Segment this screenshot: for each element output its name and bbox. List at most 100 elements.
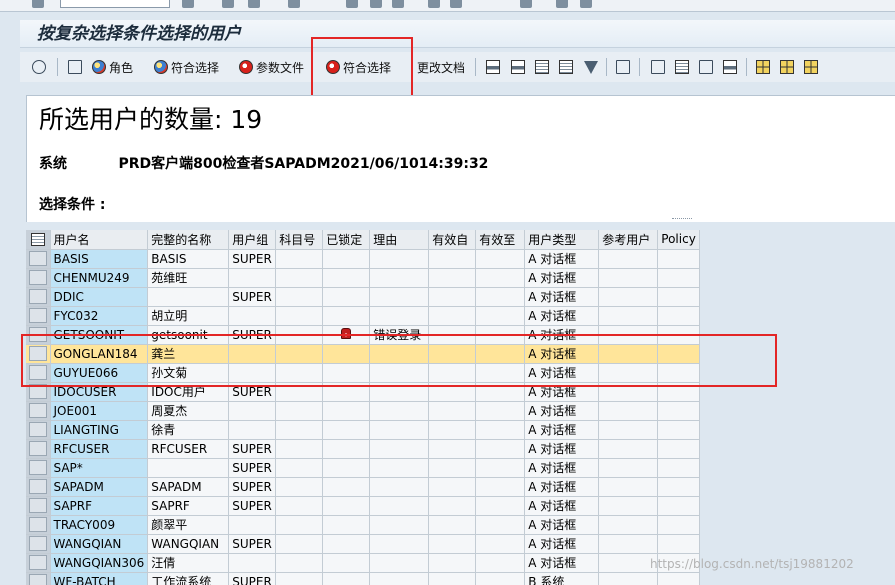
cell-locked[interactable] <box>322 477 371 497</box>
cell-from[interactable] <box>428 553 477 573</box>
cell-to[interactable] <box>475 420 526 440</box>
cell-reason[interactable] <box>369 249 430 269</box>
row-select-box[interactable] <box>28 555 47 570</box>
cell-locked[interactable] <box>322 420 371 440</box>
cell-account[interactable] <box>275 249 324 269</box>
select-all-cell[interactable] <box>26 230 51 250</box>
row-selector[interactable] <box>26 268 51 288</box>
cell-to[interactable] <box>475 268 526 288</box>
row-selector[interactable] <box>26 306 51 326</box>
excel-button[interactable] <box>699 56 713 78</box>
cell-from[interactable] <box>428 420 477 440</box>
cell-ref[interactable] <box>598 477 659 497</box>
column-header[interactable]: 科目号 <box>275 230 324 250</box>
row-selector[interactable] <box>26 249 51 269</box>
cell-ref[interactable] <box>598 458 659 478</box>
cell-group[interactable]: SUPER <box>228 458 277 478</box>
exit-icon[interactable] <box>248 0 260 8</box>
cell-group[interactable] <box>228 401 277 421</box>
cell-type[interactable]: A 对话框 <box>524 534 600 554</box>
table-row[interactable]: RFCUSER RFCUSER SUPER A 对话框 <box>26 439 700 459</box>
row-select-box[interactable] <box>28 422 47 437</box>
cell-group[interactable] <box>228 420 277 440</box>
cell-policy[interactable] <box>657 515 700 535</box>
first-page-icon[interactable] <box>428 0 440 8</box>
cell-ref[interactable] <box>598 306 659 326</box>
cell-locked[interactable] <box>322 306 371 326</box>
cell-account[interactable] <box>275 553 324 573</box>
row-selector[interactable] <box>26 534 51 554</box>
row-selector[interactable] <box>26 515 51 535</box>
cell-from[interactable] <box>428 287 477 307</box>
cell-type[interactable]: A 对话框 <box>524 515 600 535</box>
change-doc-button[interactable]: 更改文档 <box>414 56 465 78</box>
row-select-box[interactable] <box>28 498 47 513</box>
shortcut-icon[interactable] <box>556 0 568 8</box>
table-row[interactable]: LIANGTING 徐青 A 对话框 <box>26 420 700 440</box>
cell-reason[interactable] <box>369 534 430 554</box>
cell-reason[interactable] <box>369 268 430 288</box>
cell-reason[interactable] <box>369 572 430 585</box>
doc-view-button[interactable] <box>559 56 573 78</box>
cell-policy[interactable] <box>657 458 700 478</box>
cell-policy[interactable] <box>657 439 700 459</box>
cell-name[interactable]: 汪倩 <box>147 553 230 573</box>
cell-reason[interactable] <box>369 458 430 478</box>
cell-group[interactable]: SUPER <box>228 496 277 516</box>
cell-group[interactable]: SUPER <box>228 249 277 269</box>
cell-account[interactable] <box>275 420 324 440</box>
cell-group[interactable] <box>228 268 277 288</box>
word-button[interactable] <box>723 56 737 78</box>
cell-name[interactable]: SAPRF <box>147 496 230 516</box>
save-icon[interactable] <box>182 0 194 8</box>
cell-name[interactable]: 颜翠平 <box>147 515 230 535</box>
row-selector[interactable] <box>26 572 51 585</box>
refresh-button[interactable] <box>616 56 630 78</box>
row-selector[interactable] <box>26 477 51 497</box>
cell-type[interactable]: A 对话框 <box>524 420 600 440</box>
cell-type[interactable]: A 对话框 <box>524 249 600 269</box>
row-select-box[interactable] <box>28 289 47 304</box>
column-header[interactable]: 用户名 <box>50 230 149 250</box>
cell-group[interactable]: SUPER <box>228 572 277 585</box>
cell-reason[interactable] <box>369 401 430 421</box>
table-row[interactable]: SAPRF SAPRF SUPER A 对话框 <box>26 496 700 516</box>
table-row[interactable]: WANGQIAN WANGQIAN SUPER A 对话框 <box>26 534 700 554</box>
cell-account[interactable] <box>275 458 324 478</box>
cell-type[interactable]: A 对话框 <box>524 477 600 497</box>
cell-policy[interactable] <box>657 268 700 288</box>
cell-locked[interactable] <box>322 534 371 554</box>
cell-from[interactable] <box>428 439 477 459</box>
row-select-box[interactable] <box>28 308 47 323</box>
cell-type[interactable]: A 对话框 <box>524 287 600 307</box>
cell-ref[interactable] <box>598 496 659 516</box>
help-icon[interactable] <box>580 0 592 8</box>
cell-name[interactable]: 工作流系统 <box>147 572 230 585</box>
command-field[interactable] <box>60 0 170 8</box>
cell-to[interactable] <box>475 458 526 478</box>
cell-to[interactable] <box>475 534 526 554</box>
cell-to[interactable] <box>475 572 526 585</box>
find-next-icon[interactable] <box>392 0 404 8</box>
layout-select-button[interactable] <box>651 56 665 78</box>
cell-to[interactable] <box>475 496 526 516</box>
cell-ref[interactable] <box>598 553 659 573</box>
cancel-icon[interactable] <box>288 0 300 8</box>
row-selector[interactable] <box>26 401 51 421</box>
row-select-box[interactable] <box>28 479 47 494</box>
cell-account[interactable] <box>275 306 324 326</box>
cell-user[interactable]: SAPADM <box>50 477 149 497</box>
cell-user[interactable]: DDIC <box>50 287 149 307</box>
table-row[interactable]: BASIS BASIS SUPER A 对话框 <box>26 249 700 269</box>
cell-from[interactable] <box>428 496 477 516</box>
cell-group[interactable] <box>228 515 277 535</box>
cell-user[interactable]: LIANGTING <box>50 420 149 440</box>
table-row[interactable]: WF-BATCH 工作流系统 SUPER B 系统 <box>26 572 700 585</box>
cell-policy[interactable] <box>657 287 700 307</box>
cell-account[interactable] <box>275 534 324 554</box>
sum-button[interactable] <box>511 56 525 78</box>
cell-reason[interactable] <box>369 553 430 573</box>
table-row[interactable]: TRACY009 颜翠平 A 对话框 <box>26 515 700 535</box>
cell-reason[interactable] <box>369 439 430 459</box>
cell-account[interactable] <box>275 439 324 459</box>
